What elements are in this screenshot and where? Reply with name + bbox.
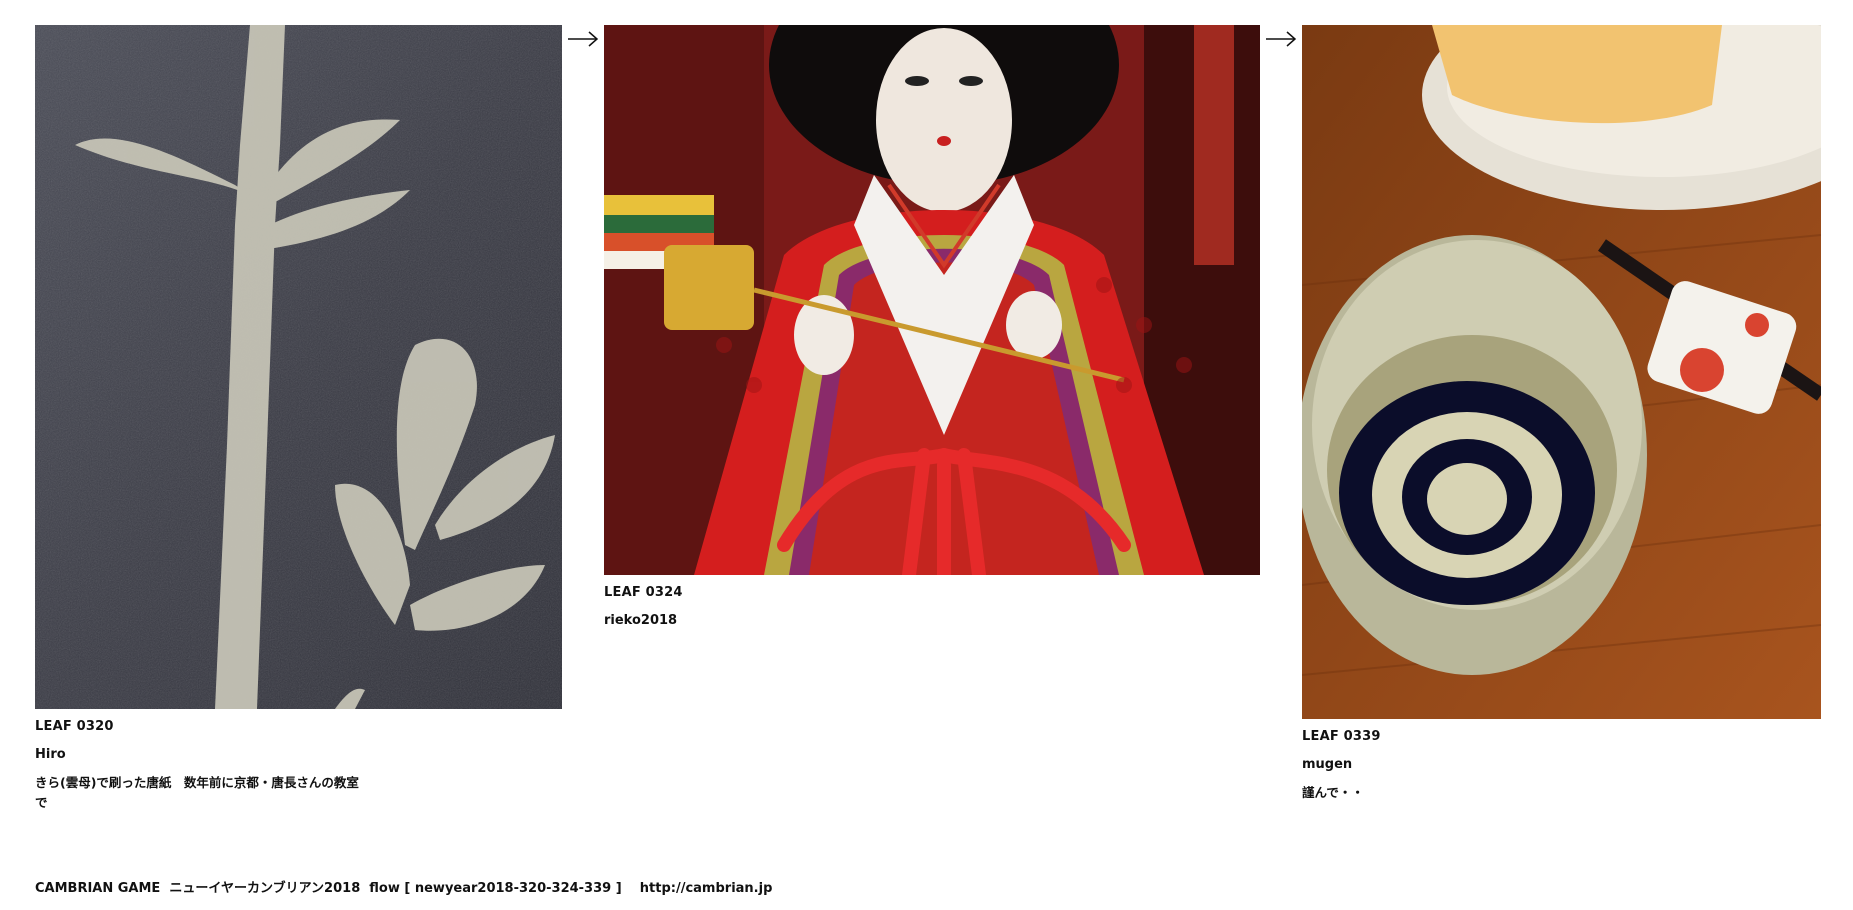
flow-page: LEAF 0320 Hiro きら(雲母)で刷った唐紙 数年前に京都・唐長さんの… [0, 0, 1853, 910]
leaf-photo-0324[interactable] [604, 25, 1260, 575]
hina-doll-image [604, 25, 1260, 575]
leaf-author-link[interactable]: Hiro [35, 745, 562, 765]
karakami-print-image [35, 25, 562, 709]
leaf-photo-0339[interactable] [1302, 25, 1821, 719]
leaf-author-link[interactable]: mugen [1302, 755, 1821, 775]
leaf-card-0324: LEAF 0324 rieko2018 [604, 25, 1260, 631]
leaf-id: LEAF 0324 [604, 585, 683, 600]
leaf-id: LEAF 0320 [35, 719, 114, 734]
leaf-card-0339: LEAF 0339 mugen 謹んで・・ [1302, 25, 1821, 803]
sake-cup-image [1302, 25, 1821, 719]
flow-footer[interactable]: CAMBRIAN GAME ニューイヤーカンブリアン2018 flow [ ne… [35, 877, 772, 896]
arrow-right-icon [568, 31, 599, 47]
leaf-photo-0320[interactable] [35, 25, 562, 709]
leaf-id: LEAF 0339 [1302, 729, 1381, 744]
arrow-right-icon [1266, 31, 1297, 47]
leaf-caption: 謹んで・・ [1302, 785, 1364, 800]
leaf-caption: きら(雲母)で刷った唐紙 数年前に京都・唐長さんの教室で [35, 775, 359, 810]
leaf-author-link[interactable]: rieko2018 [604, 611, 1260, 631]
leaf-card-0320: LEAF 0320 Hiro きら(雲母)で刷った唐紙 数年前に京都・唐長さんの… [35, 25, 562, 813]
